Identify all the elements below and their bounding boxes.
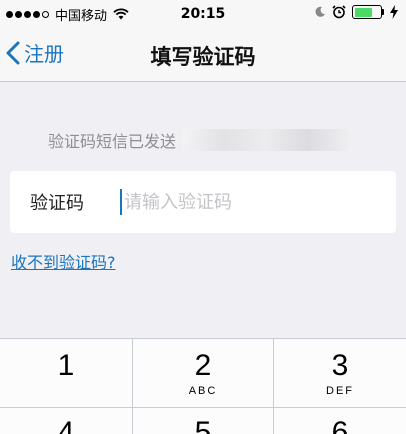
- sms-sent-text: 验证码短信已发送: [48, 132, 177, 151]
- key-2-letters: ABC: [188, 385, 218, 397]
- key-4[interactable]: 4: [0, 408, 132, 434]
- text-cursor: [120, 189, 122, 215]
- verification-code-input[interactable]: [124, 191, 364, 213]
- key-1-number: 1: [57, 349, 75, 382]
- wifi-icon: [113, 8, 129, 20]
- alarm-clock-icon: [332, 5, 346, 19]
- signal-strength-icon: [6, 10, 49, 18]
- key-3-letters: DEF: [326, 385, 354, 397]
- page-title: 填写验证码: [150, 45, 256, 69]
- battery-icon: [352, 5, 382, 19]
- status-bar: 中国移动 20:15: [0, 0, 406, 28]
- key-5[interactable]: 5: [133, 408, 273, 434]
- navigation-bar: 注册 填写验证码: [0, 28, 406, 82]
- key-3[interactable]: 3 DEF: [274, 339, 406, 407]
- key-6-number: 6: [331, 416, 349, 434]
- key-2[interactable]: 2 ABC: [133, 339, 273, 407]
- numeric-keypad: 1 2 ABC 3 DEF 4 5 6: [0, 338, 406, 434]
- key-5-number: 5: [194, 416, 212, 434]
- key-1[interactable]: 1: [0, 339, 132, 407]
- phone-number-redacted: [182, 129, 351, 151]
- key-6[interactable]: 6: [274, 408, 406, 434]
- key-2-number: 2: [194, 349, 212, 382]
- verification-code-row: 验证码: [10, 171, 396, 233]
- carrier-name: 中国移动: [55, 8, 108, 24]
- moon-icon: [315, 6, 325, 17]
- sms-sent-message: 验证码短信已发送: [48, 128, 351, 152]
- key-4-number: 4: [57, 416, 75, 434]
- charging-bolt-icon: [390, 5, 398, 19]
- key-3-number: 3: [331, 349, 349, 382]
- verification-code-label: 验证码: [30, 193, 84, 214]
- resend-code-link[interactable]: 收不到验证码?: [11, 249, 116, 273]
